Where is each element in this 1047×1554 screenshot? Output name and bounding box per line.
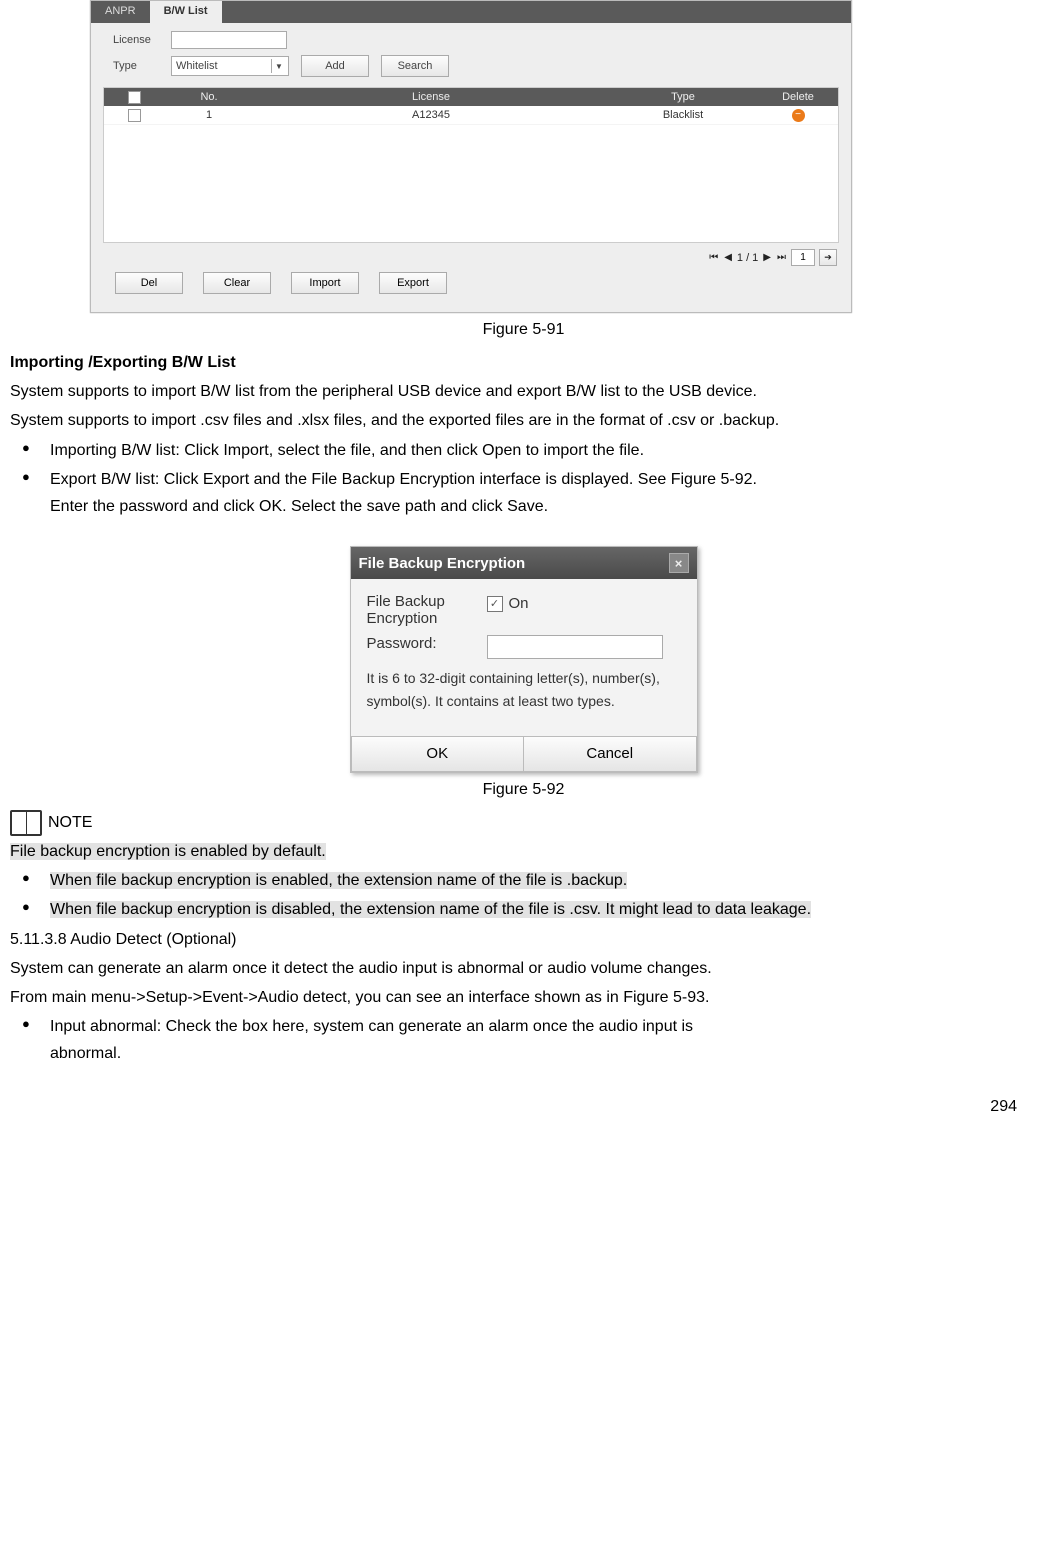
cell-no: 1 <box>164 109 254 121</box>
section-heading: 5.11.3.8 Audio Detect (Optional) <box>10 926 1037 953</box>
first-page-icon[interactable]: ⏮ <box>708 252 719 263</box>
body-text: Importing /Exporting B/W List System sup… <box>10 349 1037 520</box>
add-button[interactable]: Add <box>301 55 369 77</box>
tab-anpr[interactable]: ANPR <box>91 1 150 23</box>
filter-form: License Type Whitelist ▼ Add Search <box>91 23 851 87</box>
pager: ⏮ ◀ 1 / 1 ▶ ⏭ ➔ <box>91 243 851 268</box>
encryption-label-b: Encryption <box>367 610 438 627</box>
password-hint: It is 6 to 32-digit containing letter(s)… <box>367 667 681 712</box>
tab-bw-list[interactable]: B/W List <box>150 1 222 23</box>
encryption-row: File Backup Encryption ✓ On <box>367 593 681 627</box>
heading-import-export: Importing /Exporting B/W List <box>10 354 236 371</box>
table-header: No. License Type Delete <box>104 88 838 106</box>
paragraph: System supports to import .csv files and… <box>10 407 1037 434</box>
cancel-button[interactable]: Cancel <box>524 736 697 772</box>
note-line: File backup encryption is enabled by def… <box>10 843 326 860</box>
type-label: Type <box>113 60 171 72</box>
delete-row-icon[interactable]: − <box>792 109 805 122</box>
select-all-checkbox[interactable] <box>128 91 141 104</box>
col-delete: Delete <box>758 91 838 103</box>
figure-caption-92: Figure 5-92 <box>10 781 1037 799</box>
action-bar: Del Clear Import Export <box>91 268 851 312</box>
col-type: Type <box>608 91 758 103</box>
note-label: NOTE <box>48 809 92 836</box>
go-page-button[interactable]: ➔ <box>819 249 837 266</box>
password-input[interactable] <box>487 635 663 659</box>
clear-button[interactable]: Clear <box>203 272 271 294</box>
cell-type: Blacklist <box>608 109 758 121</box>
del-button[interactable]: Del <box>115 272 183 294</box>
next-page-icon[interactable]: ▶ <box>762 252 772 263</box>
file-backup-encryption-dialog: File Backup Encryption × File Backup Enc… <box>350 546 698 773</box>
tab-bar: ANPR B/W List <box>91 1 851 23</box>
note-section: NOTE File backup encryption is enabled b… <box>10 809 1037 1068</box>
dialog-buttons: OK Cancel <box>351 736 697 772</box>
license-input[interactable] <box>171 31 287 49</box>
encryption-label-a: File Backup <box>367 593 445 610</box>
note-icon <box>10 810 42 836</box>
on-label: On <box>509 595 529 612</box>
list-item: When file backup encryption is enabled, … <box>22 867 1037 894</box>
page-number: 294 <box>10 1098 1037 1116</box>
export-button[interactable]: Export <box>379 272 447 294</box>
figure-caption-91: Figure 5-91 <box>10 321 1037 339</box>
license-label: License <box>113 34 171 46</box>
paragraph: System supports to import B/W list from … <box>10 378 1037 405</box>
paragraph: System can generate an alarm once it det… <box>10 955 1037 982</box>
password-label: Password: <box>367 635 477 652</box>
encryption-checkbox[interactable]: ✓ <box>487 596 503 612</box>
type-select[interactable]: Whitelist ▼ <box>171 56 289 76</box>
page-input[interactable] <box>791 249 815 266</box>
col-no: No. <box>164 91 254 103</box>
prev-page-icon[interactable]: ◀ <box>723 252 733 263</box>
chevron-down-icon: ▼ <box>271 59 286 73</box>
list-item: Importing B/W list: Click Import, select… <box>22 437 1037 464</box>
list-item: Export B/W list: Click Export and the Fi… <box>22 466 1037 520</box>
paragraph: From main menu->Setup->Event->Audio dete… <box>10 984 1037 1011</box>
ok-button[interactable]: OK <box>351 736 525 772</box>
bw-list-screenshot: ANPR B/W List License Type Whitelist ▼ A… <box>90 0 852 313</box>
bw-table: No. License Type Delete 1 A12345 Blackli… <box>103 87 839 243</box>
pager-text: 1 / 1 <box>737 252 758 264</box>
col-license: License <box>254 91 608 103</box>
cell-license: A12345 <box>254 109 608 121</box>
list-item: Input abnormal: Check the box here, syst… <box>22 1013 1037 1067</box>
row-checkbox[interactable] <box>128 109 141 122</box>
search-button[interactable]: Search <box>381 55 449 77</box>
dialog-titlebar: File Backup Encryption × <box>351 547 697 579</box>
list-item: When file backup encryption is disabled,… <box>22 896 1037 923</box>
close-icon[interactable]: × <box>669 553 689 573</box>
table-row[interactable]: 1 A12345 Blacklist − <box>104 106 838 125</box>
password-row: Password: <box>367 635 681 659</box>
import-button[interactable]: Import <box>291 272 359 294</box>
type-select-value: Whitelist <box>176 60 218 72</box>
dialog-title-text: File Backup Encryption <box>359 555 526 572</box>
last-page-icon[interactable]: ⏭ <box>776 252 787 263</box>
